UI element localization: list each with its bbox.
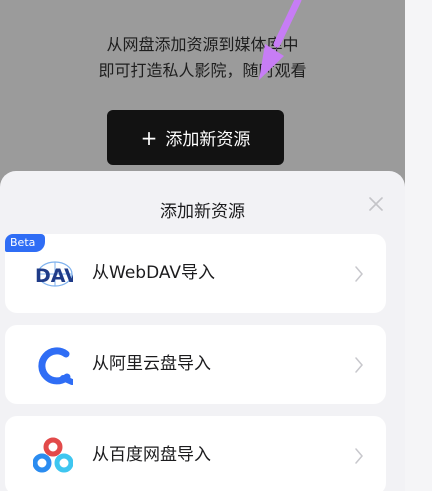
aliyun-drive-import-label: 从阿里云盘导入 xyxy=(92,354,211,374)
plus-icon: + xyxy=(140,125,158,150)
beta-badge: Beta xyxy=(5,234,45,252)
annotation-arrow-icon xyxy=(259,0,302,80)
baidu-netdisk-import-label: 从百度网盘导入 xyxy=(92,445,211,465)
webdav-import-label: 从WebDAV导入 xyxy=(92,263,216,283)
dimmed-backdrop[interactable]: 从网盘添加资源到媒体库中 即可打造私人影院，随时观看 + 添加新资源 xyxy=(0,0,405,180)
add-new-resource-button[interactable]: + 添加新资源 xyxy=(107,110,284,165)
sheet-title: 添加新资源 xyxy=(160,202,245,222)
intro-line-2: 即可打造私人影院，随时观看 xyxy=(98,61,307,80)
add-resource-sheet: 添加新资源 DAV 从WebDAV导入 Beta 从阿里云盘导入 从百度网盘导入 xyxy=(0,171,405,491)
baidu-netdisk-logo-icon xyxy=(33,437,73,473)
app-frame: 从网盘添加资源到媒体库中 即可打造私人影院，随时观看 + 添加新资源 添加新资源… xyxy=(0,0,405,491)
chevron-right-icon xyxy=(355,357,363,373)
chevron-right-icon xyxy=(355,448,363,464)
aliyun-drive-logo-icon xyxy=(38,347,73,385)
webdav-logo-text: DAV xyxy=(35,265,73,287)
baidu-netdisk-import-option[interactable]: 从百度网盘导入 xyxy=(5,416,386,491)
add-button-label: 添加新资源 xyxy=(165,130,251,150)
chevron-right-icon xyxy=(355,266,363,282)
webdav-logo-icon: DAV xyxy=(35,261,73,287)
empty-library-message: 从网盘添加资源到媒体库中 即可打造私人影院，随时观看 xyxy=(0,32,405,84)
aliyun-drive-import-option[interactable]: 从阿里云盘导入 xyxy=(5,325,386,404)
intro-line-1: 从网盘添加资源到媒体库中 xyxy=(106,35,299,54)
close-icon[interactable] xyxy=(365,193,387,215)
webdav-import-option[interactable]: DAV 从WebDAV导入 xyxy=(5,234,386,313)
